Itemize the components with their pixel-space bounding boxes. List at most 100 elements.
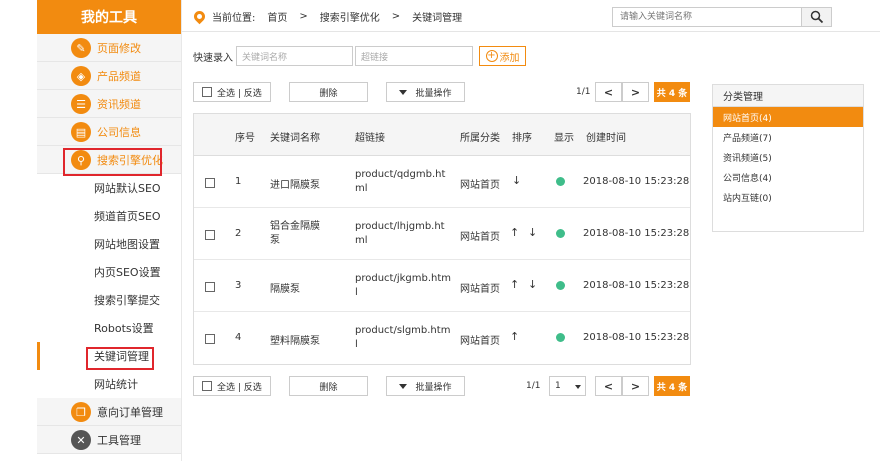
next-page-button[interactable]: > <box>622 376 649 396</box>
bottom-toolbar: 全选 | 反选 删除 批量操作 1/1 1 < > 共 4 条 <box>193 376 691 396</box>
display-status-dot[interactable] <box>556 333 565 342</box>
sidebar-sub-default-seo[interactable]: 网站默认SEO <box>37 174 181 202</box>
breadcrumb-seo[interactable]: 搜索引擎优化 <box>320 9 380 24</box>
sidebar-item-page-edit[interactable]: ✎ 页面修改 <box>37 34 181 62</box>
select-all-checkbox[interactable] <box>202 381 212 391</box>
sidebar: 我的工具 ✎ 页面修改 ◈ 产品频道 ☰ 资讯频道 ▤ 公司信息 ⚲ 搜索引擎优… <box>37 0 182 461</box>
sidebar-sub-channel-seo[interactable]: 频道首页SEO <box>37 202 181 230</box>
sidebar-item-company[interactable]: ▤ 公司信息 <box>37 118 181 146</box>
sidebar-item-label: 意向订单管理 <box>97 405 163 419</box>
search-button[interactable] <box>801 8 831 26</box>
sort-down-icon[interactable]: ↓ <box>512 174 521 187</box>
caret-down-icon <box>399 383 408 389</box>
wrench-icon: ✕ <box>71 430 91 450</box>
batch-label: 批量操作 <box>415 88 452 99</box>
select-all-label: 全选 | 反选 <box>217 88 262 99</box>
row-no: 1 <box>235 176 242 187</box>
next-page-button[interactable]: > <box>622 82 649 102</box>
select-all-control[interactable]: 全选 | 反选 <box>193 82 271 102</box>
search-box <box>612 7 832 27</box>
table-row: 2 铝合金隔膜泵 product/lhjgmb.ht ml 网站首页 ↑ ↓ 20… <box>194 208 690 260</box>
table-row: 4 塑料隔膜泵 product/slgmb.htm l 网站首页 ↑ 2018-0… <box>194 312 690 364</box>
category-panel: 分类管理 网站首页(4) 产品频道(7) 资讯频道(5) 公司信息(4) 站内互… <box>712 84 864 232</box>
search-icon <box>810 10 823 24</box>
sidebar-item-label: 页面修改 <box>97 41 141 55</box>
breadcrumb-home[interactable]: 首页 <box>267 9 287 24</box>
page-select[interactable]: 1 <box>549 376 586 396</box>
row-checkbox[interactable] <box>205 178 215 188</box>
row-category: 网站首页 <box>460 284 500 295</box>
order-icon: ❐ <box>71 402 91 422</box>
caret-down-icon <box>399 89 408 95</box>
plus-icon: + <box>485 50 498 62</box>
total-count-badge: 共 4 条 <box>654 376 690 396</box>
sidebar-sub-robots[interactable]: Robots设置 <box>37 314 181 342</box>
select-all-control[interactable]: 全选 | 反选 <box>193 376 271 396</box>
select-all-checkbox[interactable] <box>202 87 212 97</box>
sidebar-sub-stats[interactable]: 网站统计 <box>37 370 181 398</box>
keyword-name-input[interactable]: 关键词名称 <box>236 46 353 66</box>
sort-up-icon[interactable]: ↑ <box>510 226 519 239</box>
chevron-down-icon <box>575 385 581 389</box>
col-header-sort: 排序 <box>512 133 532 144</box>
row-link: product/jkgmb.htm l <box>355 273 452 298</box>
category-item-products[interactable]: 产品频道(7) <box>713 127 863 147</box>
sidebar-sub-sitemap[interactable]: 网站地图设置 <box>37 230 181 258</box>
category-item-news[interactable]: 资讯频道(5) <box>713 147 863 167</box>
prev-page-button[interactable]: < <box>595 376 622 396</box>
sidebar-item-orders[interactable]: ❐ 意向订单管理 <box>37 398 181 426</box>
row-checkbox[interactable] <box>205 282 215 292</box>
breadcrumb-prefix: 当前位置: <box>212 13 256 24</box>
sidebar-item-news[interactable]: ☰ 资讯频道 <box>37 90 181 118</box>
row-category: 网站首页 <box>460 180 500 191</box>
sidebar-sub-submit[interactable]: 搜索引擎提交 <box>37 286 181 314</box>
row-link: product/lhjgmb.ht ml <box>355 221 445 246</box>
quick-add-label: 快速录入 <box>193 52 233 64</box>
batch-operation-button[interactable]: 批量操作 <box>386 376 465 396</box>
sort-down-icon[interactable]: ↓ <box>528 226 537 239</box>
delete-button[interactable]: 删除 <box>289 376 368 396</box>
select-all-label: 全选 | 反选 <box>217 382 262 393</box>
add-button[interactable]: + 添加 <box>479 46 526 66</box>
prev-page-button[interactable]: < <box>595 82 622 102</box>
delete-button[interactable]: 删除 <box>289 82 368 102</box>
id-card-icon: ▤ <box>71 122 91 142</box>
sort-down-icon[interactable]: ↓ <box>528 278 537 291</box>
col-header-link: 超链接 <box>355 133 385 144</box>
link-input[interactable]: 超链接 <box>355 46 473 66</box>
row-created: 2018-08-10 15:23:28 <box>583 176 690 187</box>
sidebar-title: 我的工具 <box>37 0 181 34</box>
row-no: 4 <box>235 332 242 343</box>
add-button-label: 添加 <box>499 52 520 64</box>
sidebar-sub-inner-seo[interactable]: 内页SEO设置 <box>37 258 181 286</box>
sort-up-icon[interactable]: ↑ <box>510 330 519 343</box>
category-item-internal-links[interactable]: 站内互链(0) <box>713 187 863 207</box>
sort-up-icon[interactable]: ↑ <box>510 278 519 291</box>
sidebar-item-label: 工具管理 <box>97 433 141 447</box>
table-row: 1 进口隔膜泵 product/qdgmb.ht ml 网站首页 ↓ 2018-0… <box>194 156 690 208</box>
batch-label: 批量操作 <box>415 382 452 393</box>
row-link: product/qdgmb.ht ml <box>355 169 446 194</box>
sidebar-item-tools[interactable]: ✕ 工具管理 <box>37 426 181 454</box>
category-panel-title: 分类管理 <box>713 85 863 107</box>
category-item-home[interactable]: 网站首页(4) <box>713 107 863 127</box>
search-input[interactable] <box>613 8 802 26</box>
display-status-dot[interactable] <box>556 177 565 186</box>
category-item-company[interactable]: 公司信息(4) <box>713 167 863 187</box>
sidebar-item-label: 公司信息 <box>97 125 141 139</box>
row-name: 铝合金隔膜泵 <box>270 221 320 246</box>
row-created: 2018-08-10 15:23:28 <box>583 280 690 291</box>
total-count-badge: 共 4 条 <box>654 82 690 102</box>
batch-operation-button[interactable]: 批量操作 <box>386 82 465 102</box>
page-select-value: 1 <box>555 381 561 391</box>
display-status-dot[interactable] <box>556 281 565 290</box>
row-checkbox[interactable] <box>205 230 215 240</box>
breadcrumb-separator: > <box>391 11 401 22</box>
row-checkbox[interactable] <box>205 334 215 344</box>
display-status-dot[interactable] <box>556 229 565 238</box>
row-category: 网站首页 <box>460 336 500 347</box>
sidebar-item-products[interactable]: ◈ 产品频道 <box>37 62 181 90</box>
row-created: 2018-08-10 15:23:28 <box>583 228 690 239</box>
sidebar-item-label: 资讯频道 <box>97 97 141 111</box>
top-toolbar: 全选 | 反选 删除 批量操作 1/1 < > 共 4 条 <box>193 82 691 102</box>
